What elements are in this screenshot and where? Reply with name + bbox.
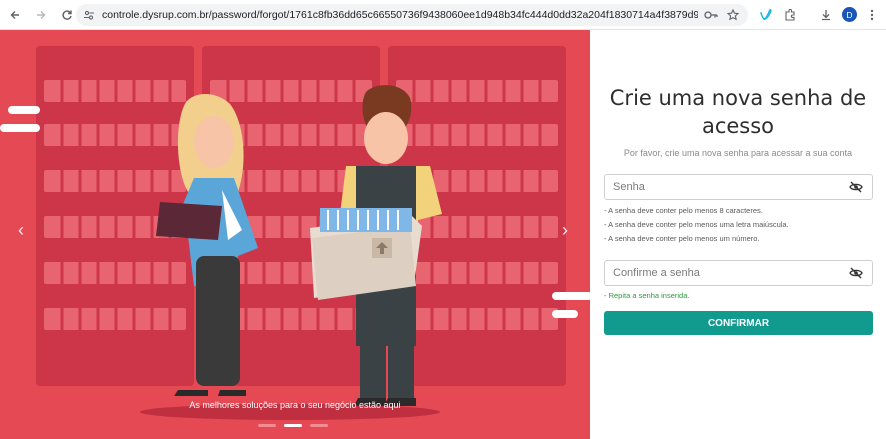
page-title: Crie uma nova senha de acesso (609, 86, 867, 138)
menu-icon[interactable] (862, 5, 882, 25)
confirm-password-hint: - Repita a senha inserida. (604, 291, 690, 300)
prev-slide-arrow[interactable]: ‹ (18, 220, 24, 241)
carousel-dot[interactable] (310, 424, 328, 427)
vimeo-extension-icon[interactable] (756, 5, 776, 25)
carousel-dot-active[interactable] (284, 424, 302, 427)
next-slide-arrow[interactable]: › (562, 220, 568, 241)
reload-icon[interactable] (56, 4, 78, 26)
address-bar[interactable]: controle.dysrup.com.br/password/forgot/1… (76, 4, 748, 26)
confirm-button[interactable]: CONFIRMAR (604, 311, 873, 335)
eye-slash-icon[interactable] (848, 179, 864, 195)
url-text[interactable]: controle.dysrup.com.br/password/forgot/1… (102, 9, 698, 21)
confirm-password-placeholder[interactable]: Confirme a senha (613, 267, 848, 279)
carousel-dot[interactable] (258, 424, 276, 427)
carousel-indicators (258, 424, 328, 427)
back-icon[interactable] (4, 4, 26, 26)
star-icon[interactable] (724, 6, 742, 24)
eye-slash-icon[interactable] (848, 265, 864, 281)
password-key-icon[interactable] (702, 6, 720, 24)
avatar[interactable]: D (842, 7, 857, 22)
page-subtitle: Por favor, crie uma nova senha para aces… (623, 148, 853, 158)
password-rule-number: - A senha deve conter pelo menos um núme… (604, 234, 760, 243)
puzzle-icon[interactable] (780, 5, 800, 25)
password-placeholder[interactable]: Senha (613, 181, 848, 193)
password-rule-length: - A senha deve conter pelo menos 8 carac… (604, 206, 763, 215)
password-field[interactable]: Senha (604, 174, 873, 200)
confirm-password-field[interactable]: Confirme a senha (604, 260, 873, 286)
password-rule-uppercase: - A senha deve conter pelo menos uma let… (604, 220, 789, 229)
site-info-icon[interactable] (82, 8, 96, 22)
download-icon[interactable] (816, 5, 836, 25)
hero-carousel: ‹ › As melhores soluções para o seu negó… (0, 30, 590, 439)
store-illustration (0, 46, 590, 420)
hero-caption: As melhores soluções para o seu negócio … (189, 400, 401, 410)
forward-icon[interactable] (30, 4, 52, 26)
